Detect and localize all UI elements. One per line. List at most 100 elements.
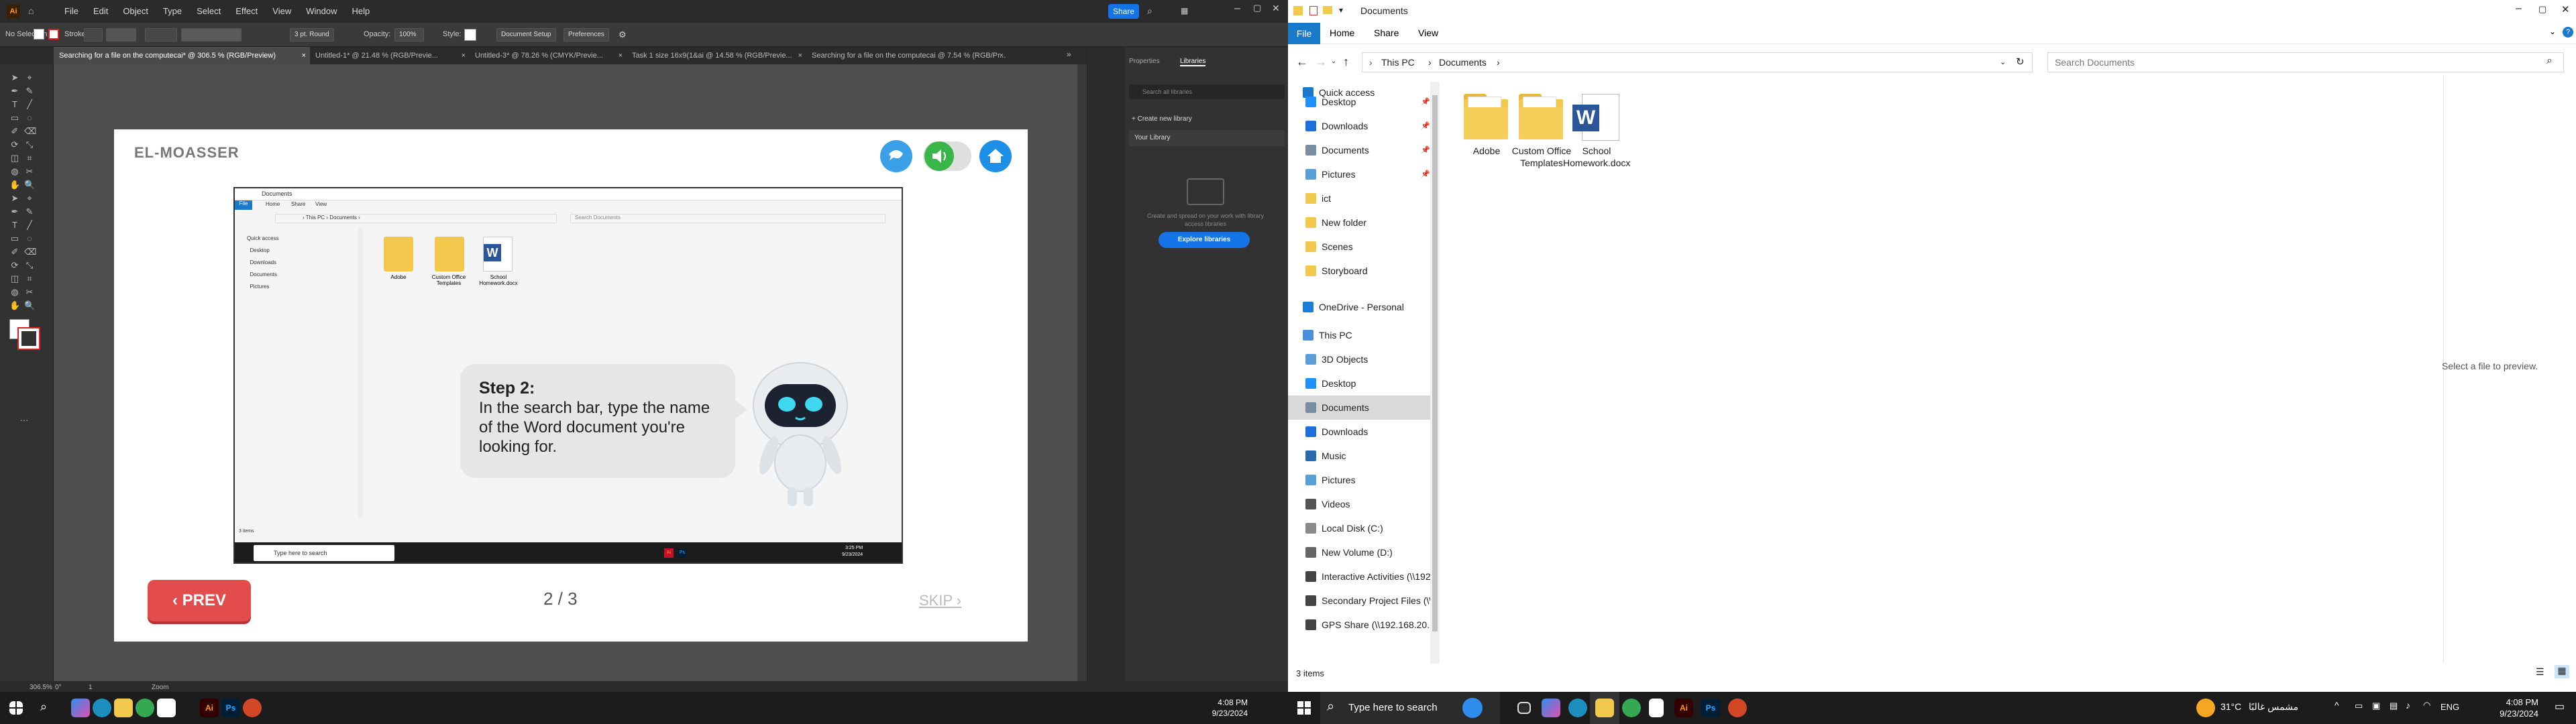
zoom-tool-icon[interactable]: 🔍 xyxy=(24,300,35,311)
nav-item[interactable]: Secondary Project Files (\\192.168... xyxy=(1288,589,1437,613)
curvature-tool-icon[interactable]: ✎ xyxy=(24,86,35,97)
type-tool-icon[interactable]: T xyxy=(9,220,20,231)
vertical-scrollbar[interactable] xyxy=(1077,64,1087,681)
shape-builder-tool-icon[interactable]: ⌗ xyxy=(24,274,35,284)
edge-icon[interactable] xyxy=(93,699,111,717)
arrange-icon[interactable]: ▦ xyxy=(1181,6,1188,15)
network-icon[interactable]: ▭ xyxy=(2355,701,2363,711)
nav-scroll-thumb[interactable] xyxy=(1432,95,1438,631)
pencil-tool-icon[interactable]: ✐ xyxy=(9,247,20,257)
language-indicator[interactable]: ENG xyxy=(2440,702,2459,712)
artboard-number[interactable]: 1 xyxy=(89,684,93,691)
curvature-tool-icon[interactable]: ✎ xyxy=(24,206,35,217)
copilot-icon[interactable] xyxy=(1542,699,1560,717)
breadcrumb-item[interactable]: Documents xyxy=(1439,53,1487,72)
photoshop-icon[interactable]: Ps xyxy=(221,699,240,717)
scissors-tool-icon[interactable]: ✂ xyxy=(24,287,35,298)
create-library-link[interactable]: + Create new library xyxy=(1132,115,1192,123)
copilot-icon[interactable] xyxy=(71,699,90,717)
hand-tool-icon[interactable]: ✋ xyxy=(9,180,20,190)
menu-select[interactable]: Select xyxy=(197,6,221,16)
canvas-area[interactable]: EL-MOASSER Documents File Home Share Vie… xyxy=(54,64,1087,681)
powerpoint-icon[interactable] xyxy=(243,699,262,717)
file-explorer-icon[interactable] xyxy=(1595,699,1614,717)
menu-help[interactable]: Help xyxy=(352,6,370,16)
home-button-icon[interactable] xyxy=(979,140,1012,172)
menu-edit[interactable]: Edit xyxy=(93,6,108,16)
nav-item[interactable]: Pictures xyxy=(1288,468,1437,492)
library-search-input[interactable]: Search all libraries xyxy=(1129,84,1285,99)
weather-description[interactable]: مشمس غالبًا xyxy=(2249,701,2298,713)
zoom-level[interactable]: 306.5% xyxy=(30,684,52,691)
home-icon[interactable]: ⌂ xyxy=(28,5,34,16)
windows-start-icon[interactable] xyxy=(9,701,23,715)
nav-item[interactable]: New folder xyxy=(1288,210,1437,235)
pin-icon[interactable]: 📌 xyxy=(1421,114,1430,138)
expand-ribbon-icon[interactable]: ⌄ xyxy=(2549,27,2556,36)
eraser-tool-icon[interactable]: ⌫ xyxy=(24,126,36,137)
ellipse-tool-icon[interactable]: ◌ xyxy=(24,113,35,123)
close-tab-icon[interactable]: × xyxy=(798,47,802,64)
file-tab[interactable]: File xyxy=(1288,23,1320,44)
chrome-icon[interactable] xyxy=(1622,699,1641,717)
weather-temp[interactable]: 31°C xyxy=(2220,701,2241,712)
menu-window[interactable]: Window xyxy=(306,6,337,16)
direct-selection-tool-icon[interactable]: ⌖ xyxy=(24,72,35,83)
powerpoint-icon[interactable] xyxy=(1728,699,1747,717)
nav-item[interactable]: Interactive Activities (\\192.168.2... xyxy=(1288,564,1437,589)
eraser-tool-icon[interactable]: ⌫ xyxy=(24,247,36,257)
maximize-icon[interactable]: ▢ xyxy=(2538,4,2546,15)
tab-home[interactable]: Home xyxy=(1330,27,1354,38)
tab-properties[interactable]: Properties xyxy=(1129,58,1160,65)
arrange-docs-icon[interactable]: ⚙ xyxy=(619,29,627,40)
properties-icon[interactable] xyxy=(1309,6,1318,15)
document-tab[interactable]: Searching for a file on the computecai @… xyxy=(806,47,1008,64)
rotate-tool-icon[interactable]: ⟳ xyxy=(9,139,20,150)
scale-tool-icon[interactable]: ⤡ xyxy=(24,139,35,150)
display-icon[interactable]: ▣ xyxy=(2372,701,2380,711)
document-tab[interactable]: Untitled-1* @ 21.48 % (RGB/Previe... × xyxy=(310,47,470,64)
new-folder-icon[interactable] xyxy=(1323,6,1332,14)
close-icon[interactable]: ✕ xyxy=(2561,3,2570,15)
file-explorer-icon[interactable] xyxy=(114,699,133,717)
address-dropdown-icon[interactable]: ⌄ xyxy=(2000,53,2006,72)
search-icon[interactable]: ⌕ xyxy=(40,700,47,714)
weather-icon[interactable] xyxy=(2196,699,2215,717)
document-setup-button[interactable]: Document Setup xyxy=(496,28,556,42)
close-icon[interactable]: ✕ xyxy=(1272,3,1280,14)
skip-link[interactable]: SKIP › xyxy=(919,592,961,609)
eyedropper-tool-icon[interactable]: ◍ xyxy=(9,166,20,177)
breadcrumb-chevron-icon[interactable]: › xyxy=(1428,53,1432,72)
nav-item[interactable]: Documents 📌 xyxy=(1288,138,1437,162)
nav-item[interactable]: Downloads 📌 xyxy=(1288,114,1437,138)
notifications-icon[interactable]: ▭ xyxy=(2555,700,2565,713)
nav-item[interactable]: Local Disk (C:) xyxy=(1288,516,1437,540)
scissors-tool-icon[interactable]: ✂ xyxy=(24,166,35,177)
more-tools-icon[interactable]: … xyxy=(19,413,30,424)
stroke-weight-input[interactable] xyxy=(84,28,103,42)
zoom-tool-icon[interactable]: 🔍 xyxy=(24,180,35,190)
tab-share[interactable]: Share xyxy=(1374,27,1399,38)
prev-button[interactable]: ‹ PREV xyxy=(148,580,251,621)
nav-item[interactable]: This PC xyxy=(1288,323,1437,347)
rotate-tool-icon[interactable]: ⟳ xyxy=(9,260,20,271)
document-tab[interactable]: Task 1 size 16x9(1&ai @ 14.58 % (RGB/Pre… xyxy=(627,47,806,64)
quick-access-dropdown-icon[interactable]: ▾ xyxy=(1339,5,1343,15)
windows-start-icon[interactable] xyxy=(1297,701,1311,715)
scale-tool-icon[interactable]: ⤡ xyxy=(24,260,35,271)
illustrator-taskbar-icon[interactable]: Ai xyxy=(1674,699,1693,717)
chat-icon[interactable] xyxy=(880,140,912,172)
your-library-item[interactable]: Your Library xyxy=(1129,130,1285,146)
graphic-style-swatch[interactable] xyxy=(181,28,241,42)
search-input[interactable]: Search Documents xyxy=(2047,52,2564,72)
up-arrow-icon[interactable]: ↑ xyxy=(1343,55,1349,69)
left-clock[interactable]: 4:08 PM 9/23/2024 xyxy=(1212,697,1248,719)
file-item[interactable]: W School Homework.docx xyxy=(1563,94,1630,169)
tab-libraries[interactable]: Libraries xyxy=(1180,58,1206,66)
close-tab-icon[interactable]: × xyxy=(462,47,466,64)
pin-icon[interactable]: 📌 xyxy=(1421,138,1430,162)
minimize-icon[interactable]: – xyxy=(2516,3,2522,15)
rectangle-tool-icon[interactable]: ▭ xyxy=(9,113,20,123)
nav-scrollbar[interactable] xyxy=(1430,82,1440,664)
pin-icon[interactable]: 📌 xyxy=(1421,90,1430,114)
